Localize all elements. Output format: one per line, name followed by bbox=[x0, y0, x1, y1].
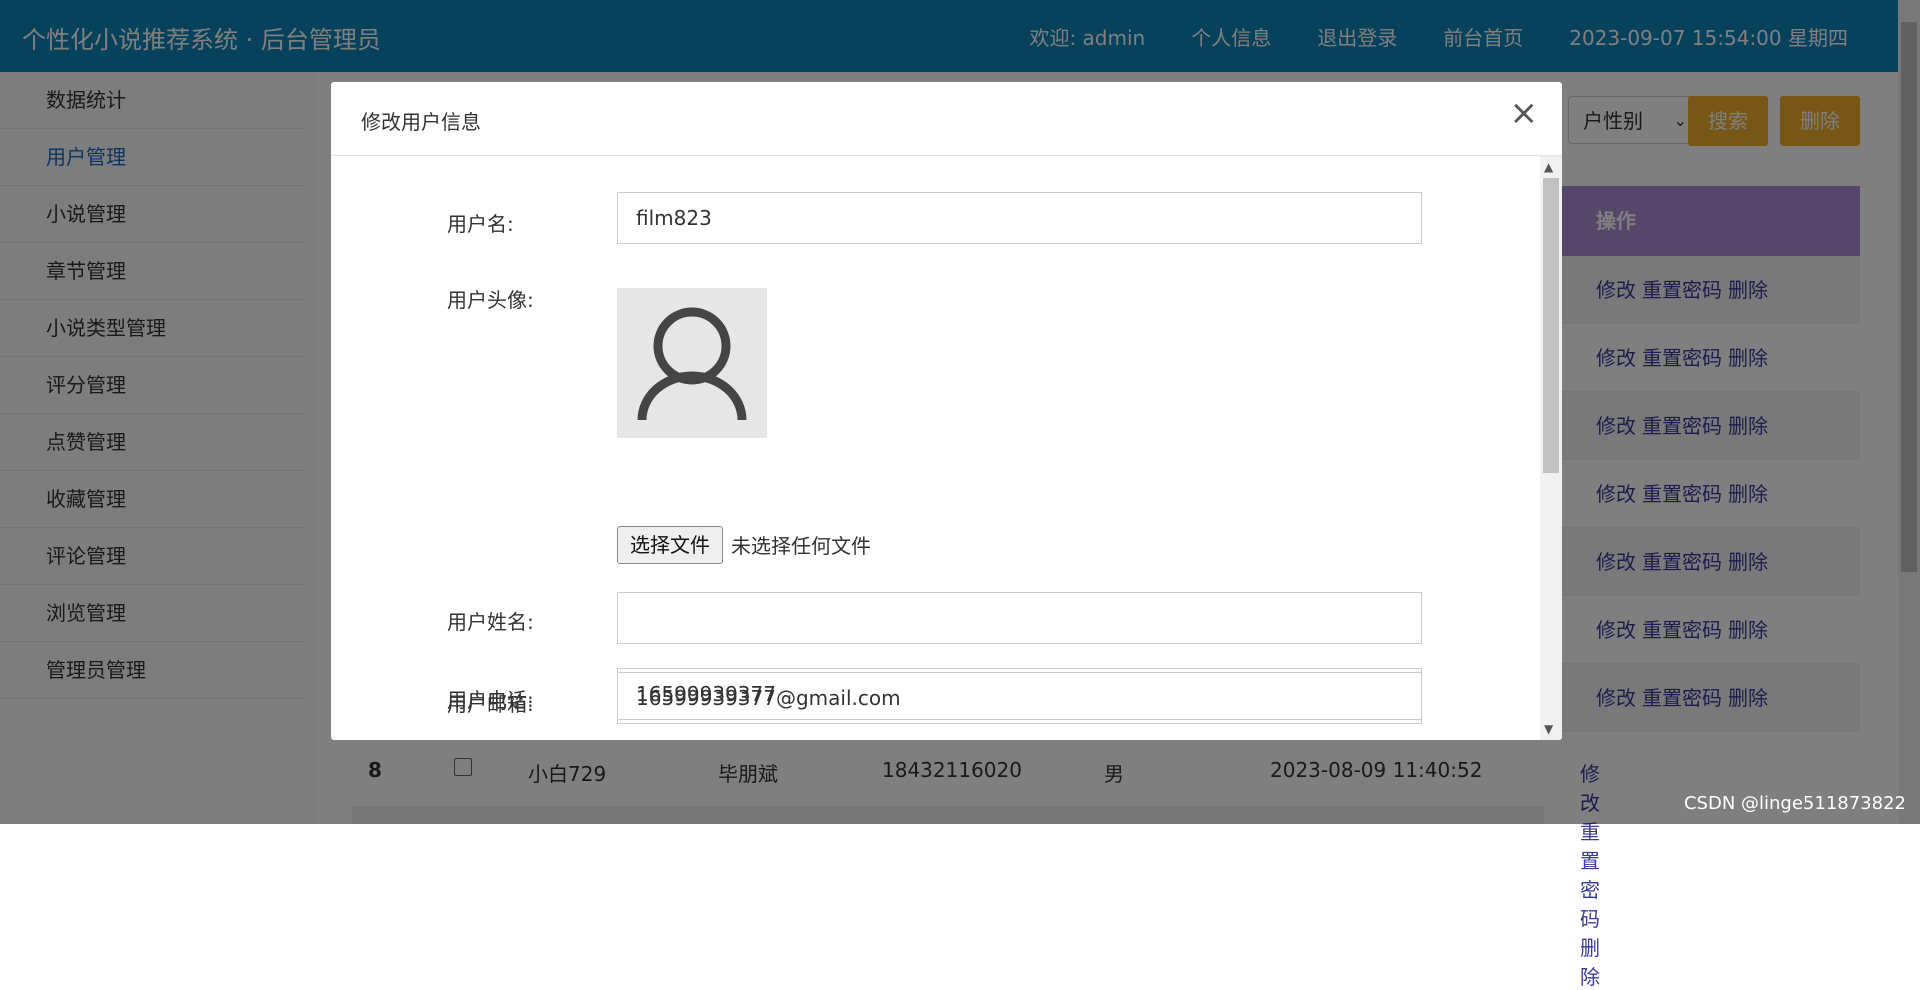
watermark: CSDN @linge511873822 bbox=[1683, 793, 1906, 814]
user-avatar-icon bbox=[637, 307, 747, 421]
realname-field[interactable] bbox=[617, 592, 1422, 644]
username-label: 用户名: bbox=[447, 212, 514, 236]
choose-file-button[interactable]: 选择文件 bbox=[617, 526, 723, 564]
modal-body: 用户名: film823 用户头像: 选择文件 未选择任何文件 用户姓名: 用户… bbox=[331, 156, 1540, 740]
modal-title: 修改用户信息 bbox=[361, 110, 481, 134]
modal-header: 修改用户信息 × bbox=[331, 82, 1562, 156]
scroll-down-icon[interactable]: ▼ bbox=[1544, 722, 1553, 736]
modal-scroll-thumb[interactable] bbox=[1543, 178, 1559, 473]
file-status-text: 未选择任何文件 bbox=[731, 534, 871, 558]
edit-user-modal: 修改用户信息 × 用户名: film823 用户头像: 选择文件 未选择任何文件… bbox=[331, 82, 1562, 740]
username-field[interactable]: film823 bbox=[617, 192, 1422, 244]
delete-link[interactable]: 删除 bbox=[1580, 936, 1600, 989]
scroll-up-icon[interactable]: ▲ bbox=[1544, 160, 1553, 174]
realname-label: 用户姓名: bbox=[447, 610, 534, 634]
close-icon[interactable]: × bbox=[1510, 96, 1539, 130]
avatar bbox=[617, 288, 767, 438]
avatar-label: 用户头像: bbox=[447, 288, 534, 312]
email-field[interactable]: 16599939377@gmail.com bbox=[617, 672, 1422, 724]
reset-password-link[interactable]: 重置密码 bbox=[1580, 820, 1600, 931]
email-label: 用户邮箱: bbox=[447, 692, 534, 716]
modal-scrollbar[interactable]: ▲ ▼ bbox=[1540, 156, 1562, 740]
